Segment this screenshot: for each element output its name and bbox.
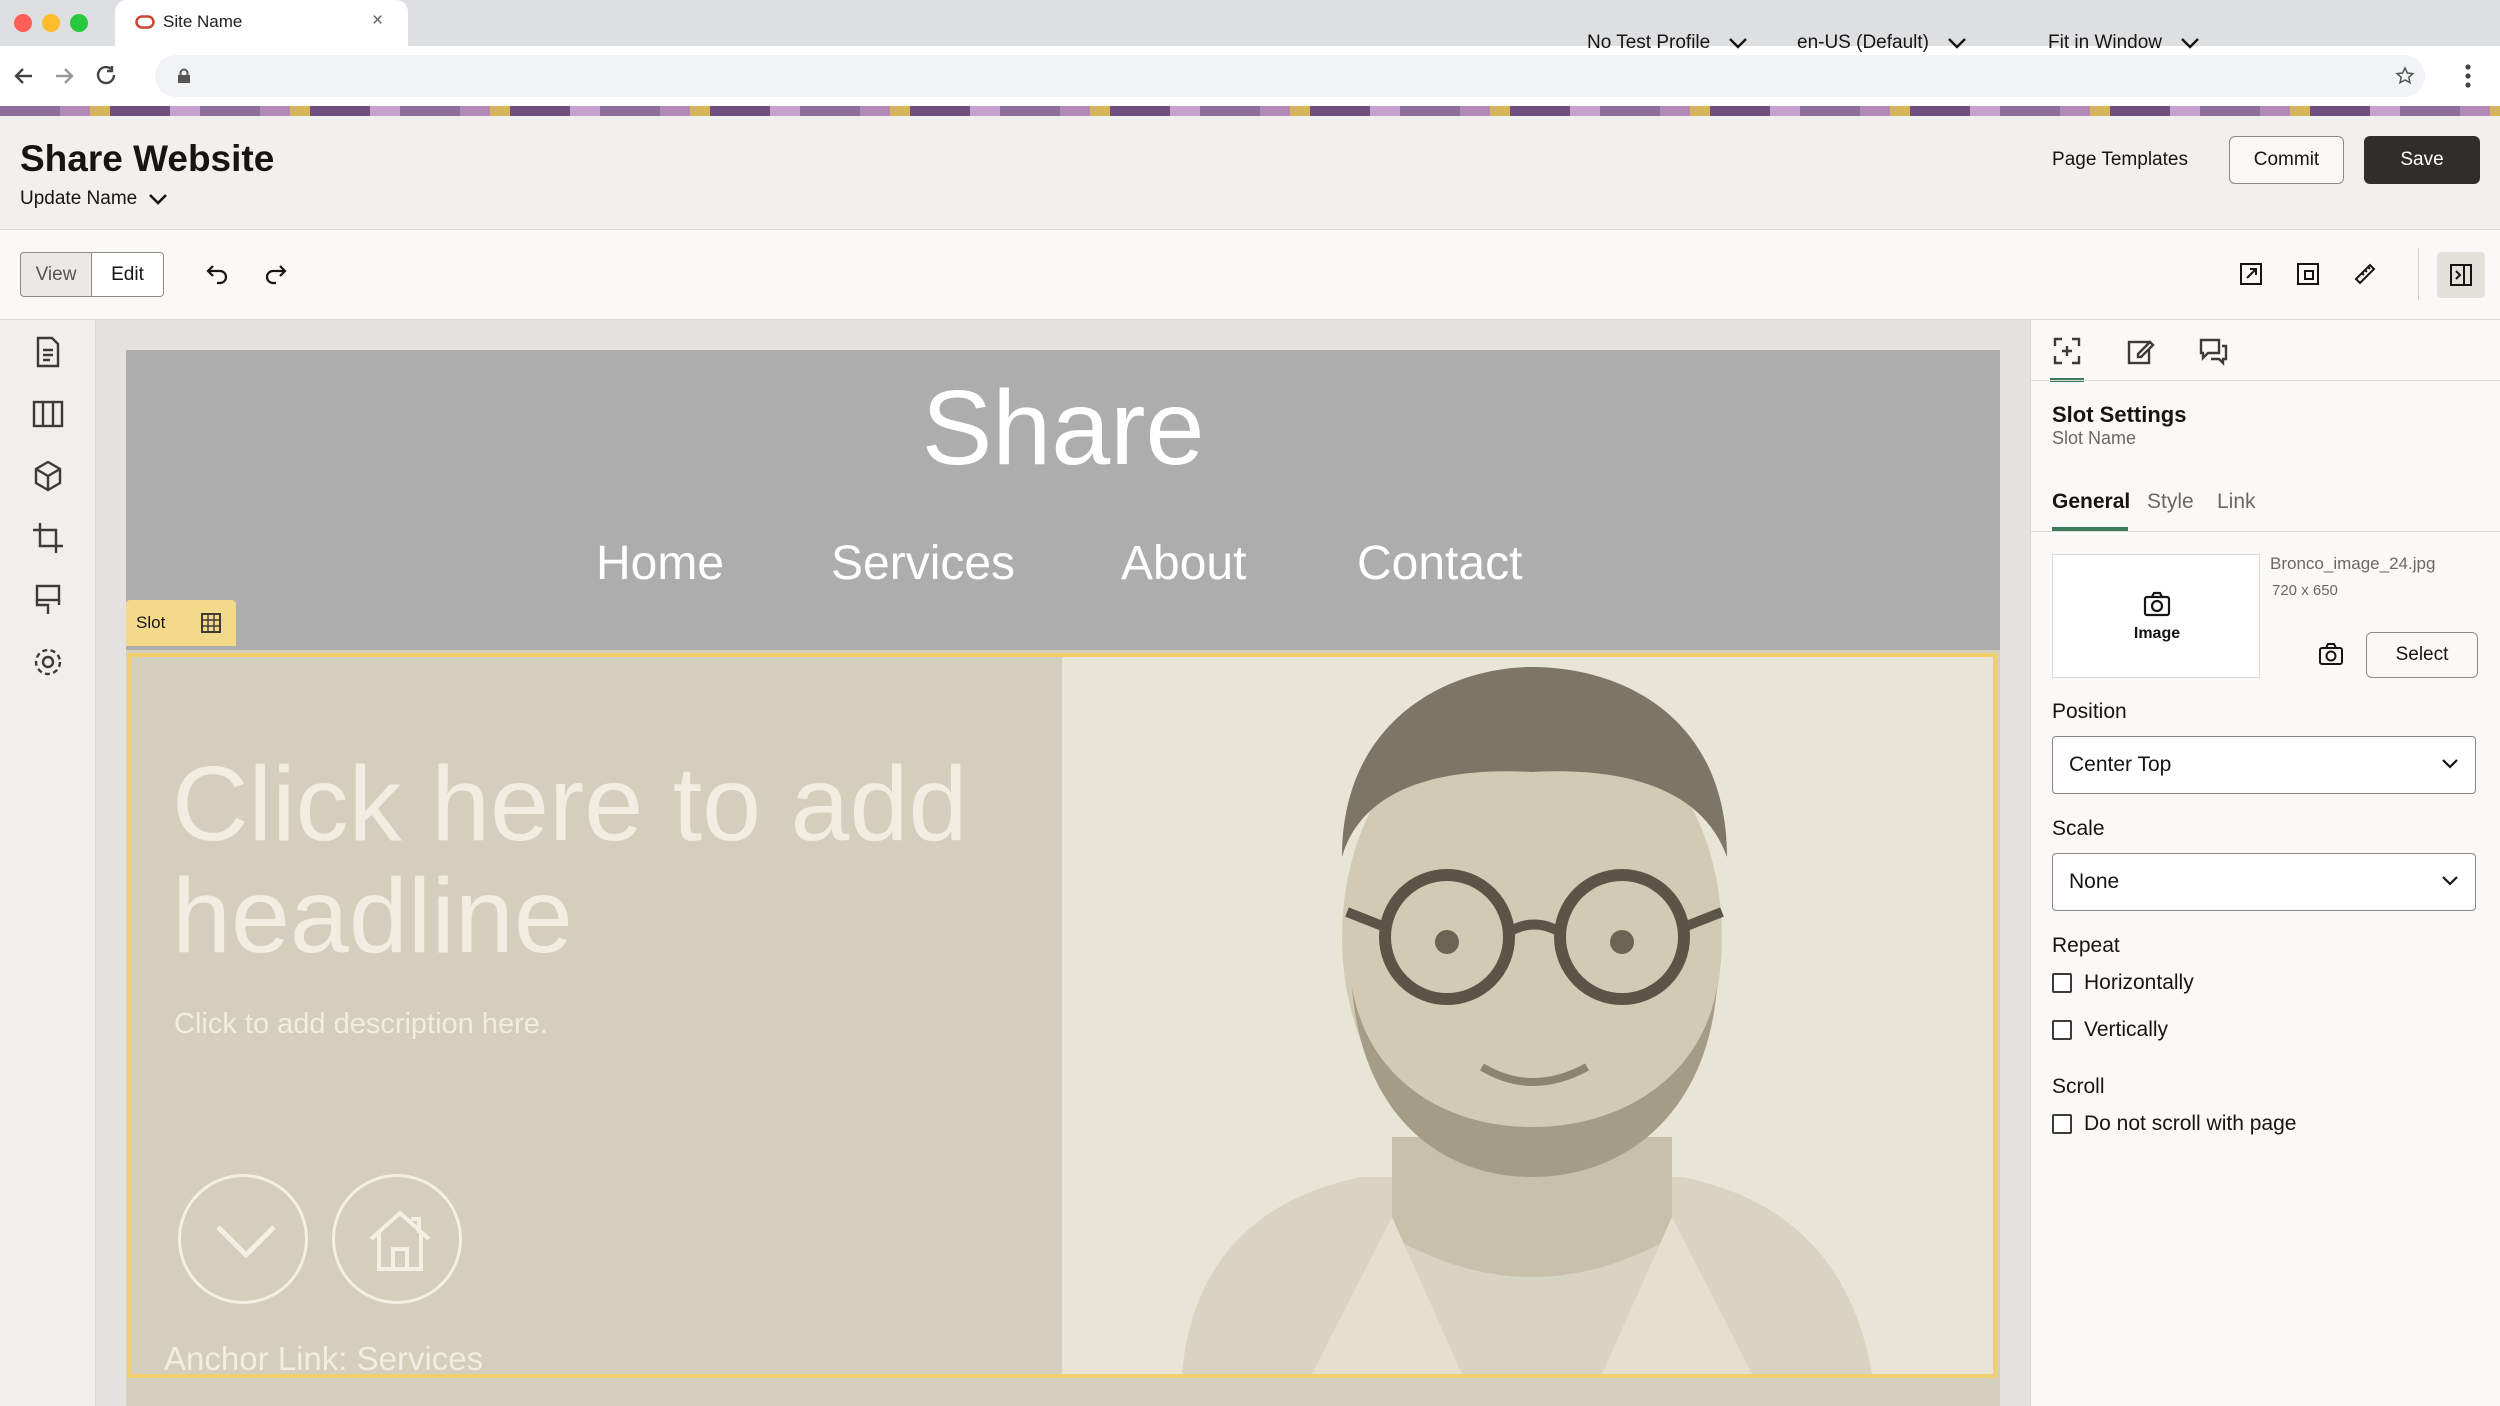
slot-grid-icon[interactable] — [200, 612, 222, 634]
tab-title: Site Name — [163, 12, 243, 31]
back-icon[interactable] — [12, 64, 36, 88]
undo-icon[interactable] — [205, 262, 231, 286]
scroll-label: Scroll — [2052, 1075, 2105, 1098]
test-profile-dropdown[interactable]: No Test Profile — [1587, 32, 1748, 54]
side-panel-icon — [2450, 264, 2472, 286]
chevron-down-icon — [1729, 38, 1748, 49]
anchor-link-label: Anchor Link: Services — [164, 1340, 484, 1377]
site-nav-services[interactable]: Services — [831, 536, 1015, 591]
settings-gear-icon[interactable] — [30, 644, 66, 680]
repeat-label: Repeat — [2052, 934, 2120, 957]
site-title[interactable]: Share — [126, 368, 2000, 489]
chevron-down-icon — [149, 194, 168, 205]
no-scroll-checkbox[interactable] — [2052, 1114, 2072, 1134]
position-label: Position — [2052, 700, 2127, 723]
panel-title: Slot Settings — [2052, 402, 2187, 427]
reload-icon[interactable] — [94, 63, 120, 89]
camera-icon — [2143, 591, 2171, 617]
repeat-vertical-label: Vertically — [2084, 1018, 2169, 1041]
image-dimensions: 720 x 650 — [2272, 582, 2338, 599]
site-nav-home[interactable]: Home — [596, 536, 724, 591]
view-mode-button[interactable]: View — [20, 252, 92, 297]
page-properties-icon[interactable] — [2296, 262, 2320, 286]
scale-select[interactable]: None — [2052, 853, 2476, 911]
tab-link[interactable]: Link — [2217, 490, 2256, 514]
edit-mode-button[interactable]: Edit — [91, 252, 164, 297]
crop-icon[interactable] — [30, 520, 66, 556]
page-templates-button[interactable]: Page Templates — [2040, 136, 2200, 184]
save-button[interactable]: Save — [2364, 136, 2480, 184]
image-filename: Bronco_image_24.jpg — [2270, 554, 2436, 573]
image-thumbnail[interactable]: Image — [2052, 554, 2260, 678]
panel-divider — [2030, 380, 2500, 381]
toggle-panel-button[interactable] — [2437, 252, 2485, 298]
update-name-label: Update Name — [20, 188, 138, 209]
comments-icon[interactable] — [2198, 336, 2228, 366]
maximize-window-button[interactable] — [70, 14, 88, 32]
image-thumbnail-label: Image — [2133, 625, 2181, 642]
pages-icon[interactable] — [30, 334, 66, 370]
panel-subtitle: Slot Name — [2052, 428, 2137, 448]
ruler-icon[interactable] — [2353, 262, 2377, 286]
hero-description[interactable]: Click to add description here. — [174, 1008, 548, 1041]
edit-content-icon[interactable] — [2126, 336, 2156, 366]
scroll-down-button[interactable] — [178, 1174, 308, 1304]
position-value: Center Top — [2069, 753, 2172, 776]
zoom-dropdown[interactable]: Fit in Window — [2048, 32, 2200, 54]
scale-value: None — [2069, 870, 2120, 893]
tab-general[interactable]: General — [2052, 490, 2130, 514]
left-tool-rail — [0, 320, 96, 1406]
repeat-horizontal-checkbox[interactable] — [2052, 973, 2072, 993]
lock-icon — [178, 68, 190, 83]
update-name-dropdown[interactable]: Update Name — [20, 188, 169, 210]
site-nav-about[interactable]: About — [1121, 536, 1246, 591]
chevron-down-icon — [216, 1225, 276, 1259]
repeat-vertical-checkbox[interactable] — [2052, 1020, 2072, 1040]
redo-icon[interactable] — [262, 262, 288, 286]
page-title: Share Website — [20, 138, 275, 179]
chevron-down-icon — [2442, 759, 2458, 769]
repeat-horizontal-label: Horizontally — [2084, 971, 2194, 994]
bookmark-star-icon[interactable] — [2395, 66, 2415, 86]
components-icon[interactable] — [30, 458, 66, 494]
url-field[interactable] — [155, 55, 2425, 97]
forward-icon[interactable] — [52, 64, 76, 88]
theme-brush-icon[interactable] — [30, 582, 66, 618]
no-scroll-label: Do not scroll with page — [2084, 1112, 2297, 1135]
tab-style[interactable]: Style — [2147, 490, 2194, 514]
tab-close-icon[interactable]: × — [372, 10, 383, 32]
position-select[interactable]: Center Top — [2052, 736, 2476, 794]
home-icon — [369, 1210, 431, 1271]
hero-headline[interactable]: Click here to add headline — [172, 748, 1072, 972]
oracle-logo-icon — [135, 15, 155, 29]
locale-label: en-US (Default) — [1797, 32, 1929, 53]
scale-label: Scale — [2052, 817, 2105, 840]
slot-settings-icon[interactable] — [2052, 336, 2082, 366]
chevron-down-icon — [2442, 876, 2458, 886]
browser-tab[interactable]: Site Name × — [115, 0, 408, 46]
select-image-button[interactable]: Select — [2366, 632, 2478, 678]
test-profile-label: No Test Profile — [1587, 32, 1711, 53]
site-nav-contact[interactable]: Contact — [1357, 536, 1522, 591]
layouts-icon[interactable] — [30, 396, 66, 432]
browser-menu-icon[interactable] — [2464, 62, 2472, 90]
home-button[interactable] — [332, 1174, 462, 1304]
site-header: Share Home Services About Contact — [126, 350, 2000, 650]
chevron-down-icon — [2181, 38, 2199, 49]
slot-tag-label: Slot — [136, 613, 166, 632]
decorative-banner — [0, 106, 2500, 116]
slot-tag[interactable]: Slot — [126, 600, 236, 646]
minimize-window-button[interactable] — [42, 14, 60, 32]
camera-icon[interactable] — [2318, 642, 2344, 666]
open-external-icon[interactable] — [2239, 262, 2263, 286]
toolbar-divider — [2418, 248, 2419, 300]
editor-toolbar — [0, 230, 2500, 320]
chevron-down-icon — [1948, 38, 1966, 49]
zoom-label: Fit in Window — [2048, 32, 2163, 53]
commit-button[interactable]: Commit — [2229, 136, 2344, 184]
tabs-divider — [2030, 531, 2500, 532]
locale-dropdown[interactable]: en-US (Default) — [1797, 32, 1967, 54]
close-window-button[interactable] — [14, 14, 32, 32]
